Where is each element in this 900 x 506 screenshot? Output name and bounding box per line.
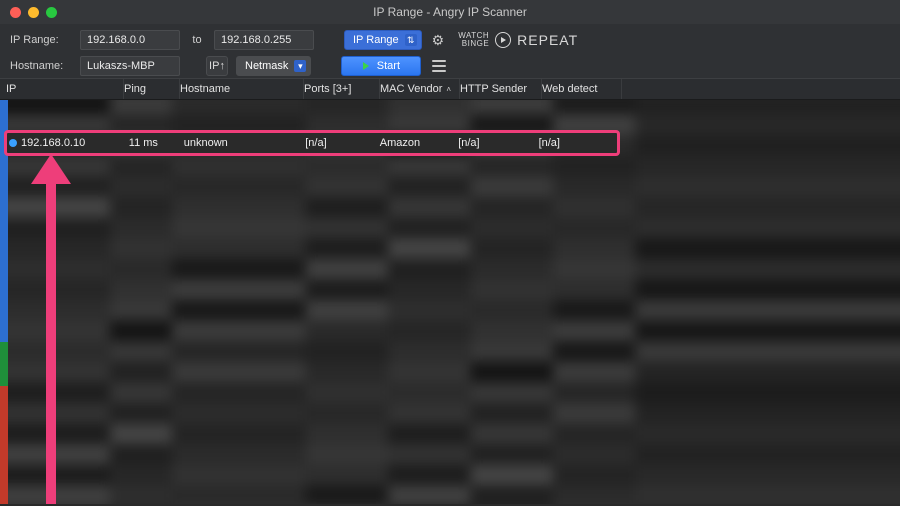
netmask-select[interactable]: Netmask ▾ [236, 56, 311, 76]
header-mac[interactable]: MAC Vendor˄ [380, 79, 460, 99]
binge-label: BINGE [458, 40, 489, 48]
chevron-updown-icon: ⇅ [405, 34, 417, 46]
range-type-select[interactable]: IP Range ⇅ [344, 30, 422, 50]
start-button[interactable]: Start [341, 56, 421, 76]
play-icon [363, 62, 369, 70]
ip-range-label: IP Range: [10, 34, 72, 46]
header-ip[interactable]: IP [6, 79, 124, 99]
app-window: IP Range - Angry IP Scanner IP Range: to… [0, 0, 900, 506]
close-window-button[interactable] [10, 7, 21, 18]
blurred-results [0, 100, 900, 504]
highlighted-row[interactable]: 192.168.0.10 11 ms unknown [n/a] Amazon … [4, 130, 620, 156]
cell-ping: 11 ms [129, 137, 184, 149]
start-button-label: Start [377, 60, 400, 72]
cell-mac: Amazon [380, 137, 458, 149]
header-hostname[interactable]: Hostname [180, 79, 304, 99]
header-http[interactable]: HTTP Sender [460, 79, 542, 99]
hostname-label: Hostname: [10, 60, 72, 72]
minimize-window-button[interactable] [28, 7, 39, 18]
watch-binge-repeat: WATCH BINGE REPEAT [458, 32, 578, 48]
titlebar: IP Range - Angry IP Scanner [0, 0, 900, 24]
header-ping[interactable]: Ping [124, 79, 180, 99]
ip-up-button[interactable]: IP↑ [206, 56, 228, 76]
cell-hostname: unknown [184, 137, 306, 149]
menu-icon[interactable] [429, 56, 449, 76]
window-title: IP Range - Angry IP Scanner [0, 5, 900, 19]
ip-from-input[interactable] [80, 30, 180, 50]
cell-ip: 192.168.0.10 [21, 137, 129, 149]
cell-web: [n/a] [539, 137, 617, 149]
status-dot-icon [9, 139, 17, 147]
repeat-label: REPEAT [517, 32, 578, 48]
column-headers: IP Ping Hostname Ports [3+] MAC Vendor˄ … [0, 78, 900, 100]
cell-http: [n/a] [458, 137, 538, 149]
to-label: to [188, 34, 206, 46]
results-area: 192.168.0.10 11 ms unknown [n/a] Amazon … [0, 100, 900, 504]
sort-asc-icon: ˄ [446, 85, 451, 94]
chevron-down-icon: ▾ [294, 60, 306, 72]
status-stripe [0, 100, 8, 504]
traffic-lights [10, 7, 57, 18]
header-ports[interactable]: Ports [3+] [304, 79, 380, 99]
hostname-input[interactable] [80, 56, 180, 76]
gear-icon[interactable]: ⚙ [432, 32, 445, 49]
netmask-label: Netmask [245, 60, 288, 72]
range-type-label: IP Range [353, 34, 399, 46]
annotation-arrow [36, 156, 76, 504]
ip-to-input[interactable] [214, 30, 314, 50]
header-web[interactable]: Web detect [542, 79, 622, 99]
toolbar: IP Range: to IP Range ⇅ ⚙ WATCH BINGE RE… [0, 24, 900, 78]
zoom-window-button[interactable] [46, 7, 57, 18]
play-circle-icon [495, 32, 511, 48]
cell-ports: [n/a] [305, 137, 380, 149]
